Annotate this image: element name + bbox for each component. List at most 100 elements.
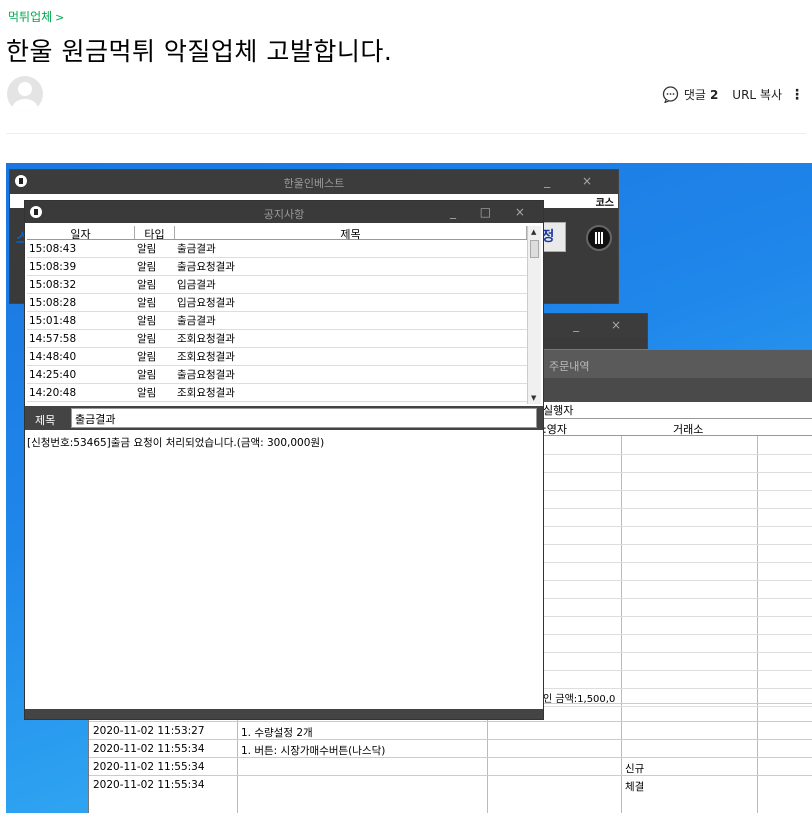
notice-cell-type: 알림 xyxy=(137,351,157,363)
order-cell-datetime: 2020-11-02 11:55:34 xyxy=(93,779,205,791)
comment-count[interactable]: 2 xyxy=(710,88,718,102)
notice-cell-time: 14:20:48 xyxy=(29,386,77,399)
notice-row[interactable]: 14:20:48 알림 조회요청결과 xyxy=(27,384,527,402)
grid-line xyxy=(539,670,812,671)
notice-cell-type: 알림 xyxy=(137,333,157,345)
notice-row[interactable]: 14:25:40 알림 출금요청결과 xyxy=(27,366,527,384)
notice-cell-type: 알림 xyxy=(137,279,157,291)
notice-subject-bar: 제목 출금결과 xyxy=(25,406,543,430)
order-table-header: :영자 거래소 xyxy=(543,418,812,436)
scroll-down-icon[interactable]: ▼ xyxy=(531,394,536,402)
notice-cell-time: 14:57:58 xyxy=(29,332,77,345)
post-title: 한울 원금먹튀 악질업체 고발합니다. xyxy=(6,37,393,66)
order-row[interactable]: 2020-11-02 11:55:34 1. 버튼: 시장가매수버튼(나스닥) xyxy=(89,739,812,757)
notice-cell-type: 알림 xyxy=(137,387,157,399)
notice-row[interactable]: 14:57:58 알림 조회요청결과 xyxy=(27,330,527,348)
grid-line xyxy=(539,562,812,563)
grid-line xyxy=(539,526,812,527)
order-cell-datetime: 2020-11-02 11:55:34 xyxy=(93,761,205,773)
order-cell-status: 체결 xyxy=(625,781,645,793)
notice-cell-time: 14:48:40 xyxy=(29,350,77,363)
order-row[interactable]: 2020-11-02 11:55:34 신규 xyxy=(89,757,812,775)
chevron-right-icon: > xyxy=(55,11,65,24)
notice-row[interactable]: 14:48:40 알림 조회요청결과 xyxy=(27,348,527,366)
order-cell-desc: 1. 버튼: 시장가매수버튼(나스닥) xyxy=(241,745,386,757)
grid-line xyxy=(539,454,812,455)
notice-cell-time: 15:01:48 xyxy=(29,314,77,327)
notice-row[interactable]: 15:08:39 알림 출금요청결과 xyxy=(27,258,527,276)
divider xyxy=(6,133,806,134)
order-window-title: 주문내역 xyxy=(549,360,590,373)
subject-label: 제목 xyxy=(35,414,56,427)
comment-icon[interactable] xyxy=(662,86,679,104)
notice-row[interactable]: 15:08:43 알림 출금결과 xyxy=(27,240,527,258)
mid-window-controls[interactable]: _ × xyxy=(573,318,635,332)
notice-cell-subject: 조회요청결과 xyxy=(177,333,235,345)
notice-body: [신청번호:53465]출금 요청이 처리되었습니다.(금액: 300,000원… xyxy=(25,431,543,709)
notice-bottom-bar xyxy=(25,709,543,719)
notice-cell-time: 15:08:39 xyxy=(29,260,77,273)
order-cell-datetime: 2020-11-02 11:53:27 xyxy=(93,725,205,737)
order-cell-desc: 1. 수량설정 2개 xyxy=(241,727,313,739)
category-label[interactable]: 먹튀업체 xyxy=(8,10,52,24)
order-sub-label: 실행자 xyxy=(543,404,574,417)
back-window-title: 한울인베스트 xyxy=(283,177,345,190)
subject-field[interactable]: 출금결과 xyxy=(71,408,537,428)
grid-line xyxy=(539,508,812,509)
notice-cell-subject: 조회요청결과 xyxy=(177,351,235,363)
avatar-head-shape xyxy=(18,82,32,96)
grid-line xyxy=(539,598,812,599)
grid-line xyxy=(539,634,812,635)
attached-screenshot: 한울인베스트 _ × 코스 스 정 _ × 주문내역 실행자 :영자 거래소 인… xyxy=(6,163,812,813)
notice-table: 일자 타입 제목 15:08:43 알림 출금결과 15:08:39 알림 출금요청결과 1… xyxy=(27,226,527,402)
notice-cell-time: 15:08:32 xyxy=(29,278,77,291)
notice-window-controls[interactable]: _ □ × xyxy=(450,205,535,219)
notice-row[interactable]: 15:01:48 알림 출금결과 xyxy=(27,312,527,330)
notice-window-titlebar: 공지사항 _ □ × xyxy=(25,201,543,223)
scroll-thumb[interactable] xyxy=(530,240,539,258)
notice-cell-type: 알림 xyxy=(137,297,157,309)
notice-cell-time: 15:08:43 xyxy=(29,242,77,255)
notice-scrollbar[interactable]: ▲ ▼ xyxy=(527,226,541,404)
grid-line xyxy=(539,472,812,473)
grid-line xyxy=(539,580,812,581)
notice-cell-subject: 출금요청결과 xyxy=(177,369,235,381)
notice-cell-subject: 출금요청결과 xyxy=(177,261,235,273)
brand-logo-icon xyxy=(586,225,612,251)
order-row[interactable]: 2020-11-02 11:53:27 1. 수량설정 2개 xyxy=(89,721,812,739)
col-date[interactable]: 일자 xyxy=(27,226,135,241)
window-controls[interactable]: _ × xyxy=(544,174,606,188)
order-cell-datetime: 2020-11-02 11:55:34 xyxy=(93,743,205,755)
notice-row[interactable]: 15:08:28 알림 입금요청결과 xyxy=(27,294,527,312)
notice-window: 공지사항 _ □ × 일자 타입 제목 15:08:43 알림 출금결과 15:08:… xyxy=(24,200,544,720)
avatar-body-shape xyxy=(12,99,38,112)
col-subject[interactable]: 제목 xyxy=(175,226,527,241)
order-row[interactable]: 2020-11-02 11:55:34 체결 xyxy=(89,775,812,793)
col-operator: :영자 xyxy=(543,423,567,436)
ticker-right-text: 코스 xyxy=(595,198,614,209)
col-type[interactable]: 타입 xyxy=(135,226,175,241)
grid-line xyxy=(539,688,812,689)
avatar[interactable] xyxy=(7,76,43,112)
notice-cell-type: 알림 xyxy=(137,369,157,381)
notice-cell-subject: 출금결과 xyxy=(177,315,216,327)
order-cell-status: 신규 xyxy=(625,763,645,775)
notice-cell-type: 알림 xyxy=(137,261,157,273)
post-actions: 댓글 2 URL 복사 ⋮ xyxy=(662,86,804,104)
notice-cell-time: 15:08:28 xyxy=(29,296,77,309)
more-options-icon[interactable]: ⋮ xyxy=(790,87,804,103)
post-header: 먹튀업체 > 한울 원금먹튀 악질업체 고발합니다. 댓글 2 URL 복사 ⋮ xyxy=(0,0,812,135)
notice-cell-type: 알림 xyxy=(137,315,157,327)
notice-row[interactable]: 15:08:32 알림 입금결과 xyxy=(27,276,527,294)
notice-cell-subject: 입금요청결과 xyxy=(177,297,235,309)
col-exchange: 거래소 xyxy=(673,423,704,436)
notice-cell-subject: 조회요청결과 xyxy=(177,387,235,399)
grid-line xyxy=(539,544,812,545)
url-copy-button[interactable]: URL 복사 xyxy=(732,86,782,103)
grid-line xyxy=(539,652,812,653)
grid-line xyxy=(539,616,812,617)
scroll-up-icon[interactable]: ▲ xyxy=(531,228,536,236)
category-link[interactable]: 먹튀업체 > xyxy=(8,8,64,25)
comment-label[interactable]: 댓글 xyxy=(684,86,706,103)
notice-cell-subject: 출금결과 xyxy=(177,243,216,255)
